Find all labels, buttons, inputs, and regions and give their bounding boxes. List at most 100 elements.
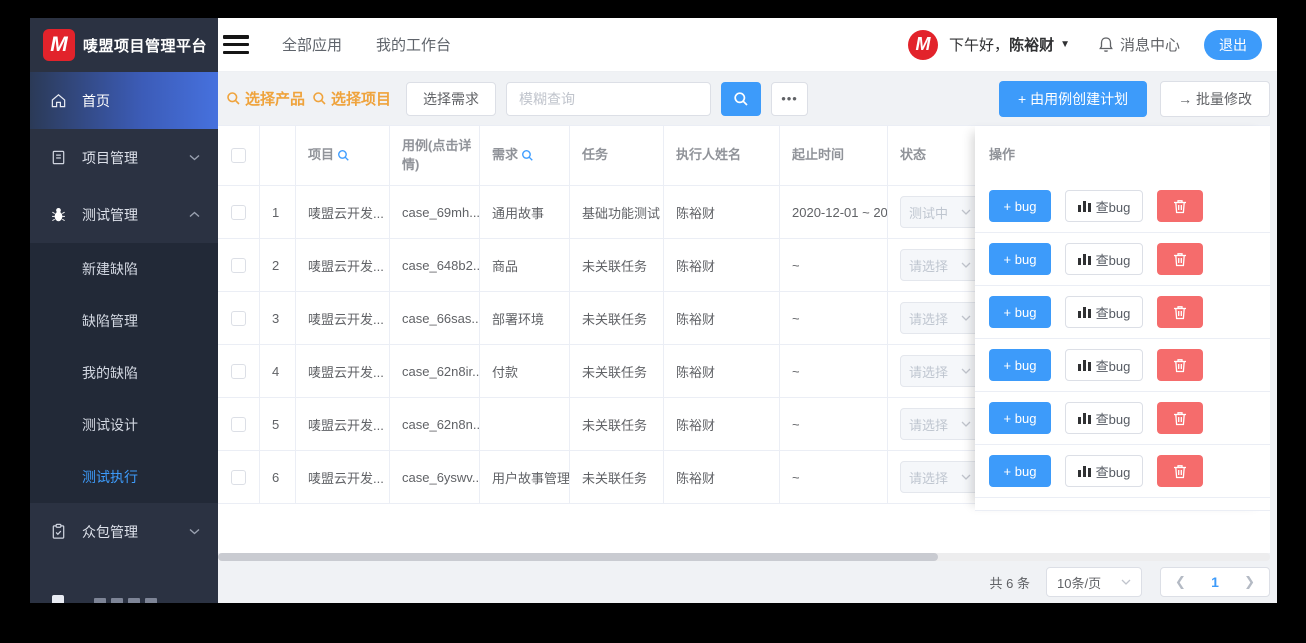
sidebar-item-partial[interactable] — [52, 595, 157, 603]
cell-dates: ~ — [780, 292, 888, 344]
sidebar-item-label: 测试管理 — [82, 206, 138, 223]
add-bug-button[interactable]: + bug — [989, 455, 1051, 487]
cell-case-link[interactable]: case_62n8n... — [390, 398, 480, 450]
sidebar-item-crowdsourcing[interactable]: 众包管理 — [30, 503, 218, 560]
cell-case-link[interactable]: case_6yswv... — [390, 451, 480, 503]
select-project-label: 选择项目 — [331, 91, 392, 108]
next-page-button[interactable]: ❯ — [1244, 574, 1255, 590]
cell-index: 5 — [260, 398, 296, 450]
delete-button[interactable] — [1157, 402, 1203, 434]
sidebar-item-label: 项目管理 — [82, 149, 138, 166]
view-bug-label: 查bug — [1095, 252, 1131, 268]
search-button[interactable] — [721, 81, 762, 116]
page-size-select[interactable]: 10条/页 — [1046, 567, 1142, 597]
cell-dates: 2020-12-01 ~ 20 — [780, 186, 888, 238]
sidebar-item-defect-mgmt[interactable]: 缺陷管理 — [30, 295, 218, 347]
sidebar-item-new-defect[interactable]: 新建缺陷 — [30, 243, 218, 295]
row-checkbox[interactable] — [231, 257, 246, 273]
tab-all-apps[interactable]: 全部应用 — [282, 34, 342, 55]
view-bug-button[interactable]: 查bug — [1065, 243, 1143, 275]
delete-button[interactable] — [1157, 243, 1203, 275]
chevron-down-icon — [961, 474, 971, 480]
sidebar-item-project-mgmt[interactable]: 项目管理 — [30, 129, 218, 186]
status-select[interactable]: 测试中 — [900, 196, 980, 228]
tab-my-workbench[interactable]: 我的工作台 — [376, 34, 451, 55]
top-header: 全部应用 我的工作台 M 下午好，陈裕财 ▼ 消息中心 退出 — [218, 18, 1277, 72]
cell-case-link[interactable]: case_648b2... — [390, 239, 480, 291]
add-bug-button[interactable]: + bug — [989, 296, 1051, 328]
current-page[interactable]: 1 — [1211, 574, 1219, 590]
delete-button[interactable] — [1157, 455, 1203, 487]
cell-requirement — [480, 398, 570, 450]
fuzzy-search-input[interactable] — [506, 81, 712, 116]
user-greeting[interactable]: 下午好，陈裕财 — [949, 34, 1054, 55]
sidebar-item-test-mgmt[interactable]: 测试管理 — [30, 186, 218, 243]
logout-button[interactable]: 退出 — [1204, 29, 1262, 60]
cell-case-link[interactable]: case_69mh... — [390, 186, 480, 238]
view-bug-label: 查bug — [1095, 305, 1131, 321]
scrollbar-thumb[interactable] — [218, 553, 938, 561]
cell-index: 6 — [260, 451, 296, 503]
header-tabs: 全部应用 我的工作台 — [282, 34, 451, 55]
avatar[interactable]: M — [908, 29, 939, 60]
user-dropdown-caret-icon[interactable]: ▼ — [1060, 39, 1070, 50]
column-search-icon[interactable] — [521, 149, 534, 162]
add-bug-button[interactable]: + bug — [989, 190, 1051, 222]
sidebar-item-test-design[interactable]: 测试设计 — [30, 399, 218, 451]
prev-page-button[interactable]: ❮ — [1175, 574, 1186, 590]
cell-index: 4 — [260, 345, 296, 397]
greeting-text: 下午好， — [949, 37, 1010, 54]
view-bug-button[interactable]: 查bug — [1065, 349, 1143, 381]
status-select[interactable]: 请选择 — [900, 355, 980, 387]
view-bug-button[interactable]: 查bug — [1065, 455, 1143, 487]
status-select[interactable]: 请选择 — [900, 408, 980, 440]
message-center-link[interactable]: 消息中心 — [1098, 34, 1180, 55]
create-plan-button[interactable]: + 由用例创建计划 — [999, 80, 1148, 117]
header-task: 任务 — [570, 126, 664, 185]
add-bug-button[interactable]: + bug — [989, 243, 1051, 275]
select-requirement-button[interactable]: 选择需求 — [406, 81, 497, 116]
status-select[interactable]: 请选择 — [900, 249, 980, 281]
row-checkbox[interactable] — [231, 310, 246, 326]
trash-icon — [1174, 305, 1186, 319]
select-project-link[interactable]: 选择项目 — [312, 88, 391, 109]
status-select[interactable]: 请选择 — [900, 461, 980, 493]
row-checkbox[interactable] — [231, 363, 246, 379]
row-checkbox[interactable] — [231, 204, 246, 220]
row-checkbox[interactable] — [231, 469, 246, 485]
delete-button[interactable] — [1157, 190, 1203, 222]
row-checkbox[interactable] — [231, 416, 246, 432]
cell-executor: 陈裕财 — [664, 292, 780, 344]
status-value: 请选择 — [909, 470, 949, 486]
select-all-checkbox[interactable] — [231, 148, 246, 163]
bar-chart-icon — [1077, 201, 1091, 212]
select-product-link[interactable]: 选择产品 — [226, 88, 305, 109]
more-filters-button[interactable]: ••• — [771, 81, 809, 116]
column-search-icon[interactable] — [337, 149, 350, 162]
status-select[interactable]: 请选择 — [900, 302, 980, 334]
cell-requirement: 付款 — [480, 345, 570, 397]
sidebar-item-home[interactable]: 首页 — [30, 72, 218, 129]
add-bug-button[interactable]: + bug — [989, 402, 1051, 434]
cell-case-link[interactable]: case_62n8ir... — [390, 345, 480, 397]
trash-icon — [1174, 358, 1186, 372]
sidebar-item-test-execution[interactable]: 测试执行 — [30, 451, 218, 503]
menu-toggle-icon[interactable] — [223, 35, 249, 54]
status-value: 请选择 — [909, 311, 949, 327]
delete-button[interactable] — [1157, 296, 1203, 328]
add-bug-button[interactable]: + bug — [989, 349, 1051, 381]
view-bug-label: 查bug — [1095, 464, 1131, 480]
header-requirement-label: 需求 — [492, 147, 519, 163]
view-bug-button[interactable]: 查bug — [1065, 402, 1143, 434]
app-window: M 唛盟项目管理平台 首页 项目管理 测试管理 新建缺陷 缺陷管理 我的缺陷 测… — [30, 18, 1277, 603]
header-right: M 下午好，陈裕财 ▼ 消息中心 退出 — [908, 29, 1277, 60]
sidebar-item-label: 众包管理 — [82, 523, 138, 540]
view-bug-button[interactable]: 查bug — [1065, 296, 1143, 328]
sidebar-item-my-defects[interactable]: 我的缺陷 — [30, 347, 218, 399]
batch-edit-button[interactable]: → 批量修改 — [1160, 80, 1270, 117]
cell-dates: ~ — [780, 239, 888, 291]
bar-chart-icon — [1077, 360, 1091, 371]
cell-case-link[interactable]: case_66sas... — [390, 292, 480, 344]
view-bug-button[interactable]: 查bug — [1065, 190, 1143, 222]
delete-button[interactable] — [1157, 349, 1203, 381]
